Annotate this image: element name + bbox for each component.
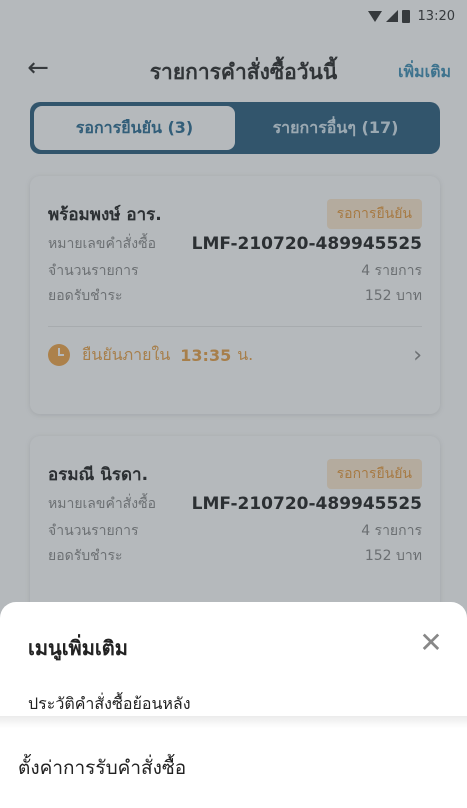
close-icon: ✕ [419, 625, 443, 659]
close-button[interactable]: ✕ [415, 625, 447, 659]
menu-item-order-settings[interactable]: ตั้งค่าการรับคำสั่งซื้อ [18, 748, 467, 788]
divider [0, 716, 467, 728]
sheet-title: เมนูเพิ่มเติม [28, 636, 128, 660]
